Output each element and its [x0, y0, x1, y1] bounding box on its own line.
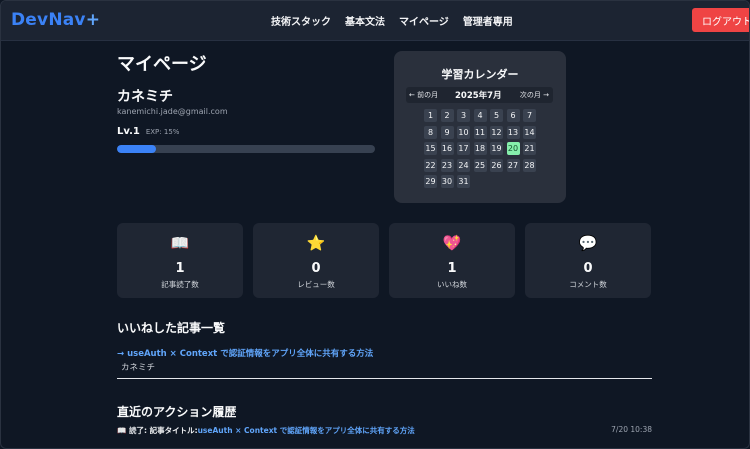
- nav-item-basic-syntax[interactable]: 基本文法: [345, 13, 385, 28]
- calendar-day-6[interactable]: 6: [506, 109, 520, 122]
- divider: [117, 378, 652, 379]
- prev-month-button[interactable]: ← 前の月: [409, 90, 438, 100]
- exp-progress-bar: [117, 145, 375, 153]
- exp-progress-fill: [117, 145, 156, 153]
- exp-label: EXP: 15%: [145, 128, 180, 136]
- calendar-day-31[interactable]: 31: [457, 175, 470, 188]
- calendar-day-3[interactable]: 3: [457, 109, 470, 122]
- action-item: 📖 読了: 記事タイトル:useAuth × Context で認証情報をアプリ…: [117, 425, 652, 437]
- calendar-day-11[interactable]: 11: [473, 125, 487, 139]
- app-window: DevNav+ 技術スタック 基本文法 マイページ 管理者専用 ログアウト マイ…: [0, 0, 750, 449]
- stat-label: 記事読了数: [161, 280, 199, 289]
- calendar-day-22[interactable]: 22: [424, 158, 437, 172]
- stat-card-likes: 💖 1 いいね数: [389, 223, 515, 298]
- heart-icon: 💖: [442, 234, 462, 252]
- liked-articles-heading: いいねした記事一覧: [117, 321, 226, 335]
- recent-actions-heading: 直近のアクション履歴: [117, 405, 237, 419]
- stat-label: いいね数: [437, 280, 467, 289]
- action-article-link[interactable]: useAuth × Context で認証情報をアプリ全体に共有する方法: [198, 426, 415, 435]
- action-kind: 📖 読了:: [117, 426, 147, 435]
- calendar-nav: ← 前の月 2025年7月 次の月 →: [406, 87, 553, 103]
- calendar-day-5[interactable]: 5: [490, 109, 503, 122]
- calendar-day-28[interactable]: 28: [523, 158, 536, 172]
- level-label: Lv.1: [117, 126, 140, 137]
- calendar-day-19[interactable]: 19: [490, 142, 503, 155]
- calendar-day-21[interactable]: 21: [523, 142, 536, 155]
- liked-article-link[interactable]: → useAuth × Context で認証情報をアプリ全体に共有する方法: [117, 347, 373, 359]
- stat-value: 1: [447, 261, 457, 276]
- action-text: 📖 読了: 記事タイトル:useAuth × Context で認証情報をアプリ…: [117, 425, 415, 436]
- calendar-day-9[interactable]: 9: [440, 125, 454, 139]
- main-nav: 技術スタック 基本文法 マイページ 管理者専用: [271, 13, 513, 28]
- stat-card-comments: 💬 0 コメント数: [525, 223, 651, 298]
- liked-article-author: カネミチ: [121, 363, 156, 373]
- nav-item-my-page[interactable]: マイページ: [399, 13, 449, 28]
- calendar-day-13[interactable]: 13: [506, 125, 520, 139]
- calendar-day-30[interactable]: 30: [440, 175, 454, 188]
- stat-value: 0: [583, 261, 593, 276]
- study-calendar: 学習カレンダー ← 前の月 2025年7月 次の月 → 1 2 3 4 5 6 7 8 9 10 1…: [394, 51, 566, 203]
- calendar-day-1[interactable]: 1: [424, 109, 437, 122]
- calendar-day-20[interactable]: 20: [506, 142, 520, 155]
- nav-item-admin[interactable]: 管理者専用: [463, 13, 513, 28]
- calendar-day-27[interactable]: 27: [506, 158, 520, 172]
- stat-card-reviews: ⭐ 0 レビュー数: [253, 223, 379, 298]
- logout-button[interactable]: ログアウト: [692, 8, 749, 32]
- top-navbar: DevNav+ 技術スタック 基本文法 マイページ 管理者専用 ログアウト: [1, 1, 749, 41]
- calendar-day-23[interactable]: 23: [440, 158, 454, 172]
- stat-label: レビュー数: [297, 280, 335, 289]
- user-email: kanemichi.jade@gmail.com: [117, 107, 228, 116]
- calendar-day-18[interactable]: 18: [473, 142, 487, 155]
- calendar-day-24[interactable]: 24: [457, 158, 470, 172]
- nav-item-tech-stack[interactable]: 技術スタック: [271, 13, 331, 28]
- logo[interactable]: DevNav+: [11, 10, 100, 30]
- calendar-day-4[interactable]: 4: [473, 109, 487, 122]
- calendar-day-7[interactable]: 7: [523, 109, 536, 122]
- star-icon: ⭐: [306, 234, 326, 252]
- logo-text: DevNav: [11, 10, 86, 30]
- action-timestamp: 7/20 10:38: [611, 425, 652, 434]
- calendar-day-16[interactable]: 16: [440, 142, 454, 155]
- calendar-day-25[interactable]: 25: [473, 158, 487, 172]
- calendar-day-17[interactable]: 17: [457, 142, 470, 155]
- calendar-month-label: 2025年7月: [455, 91, 502, 101]
- user-name: カネミチ: [117, 89, 173, 105]
- calendar-day-14[interactable]: 14: [523, 125, 536, 139]
- calendar-day-8[interactable]: 8: [424, 125, 437, 139]
- stat-value: 0: [311, 261, 321, 276]
- calendar-day-10[interactable]: 10: [457, 125, 470, 139]
- logo-plus: +: [85, 10, 101, 30]
- calendar-day-2[interactable]: 2: [440, 109, 454, 122]
- action-title-label: 記事タイトル:: [149, 426, 198, 435]
- calendar-day-15[interactable]: 15: [424, 142, 437, 155]
- level-row: Lv.1 EXP: 15%: [117, 126, 179, 137]
- calendar-day-29[interactable]: 29: [424, 175, 437, 188]
- stat-value: 1: [175, 261, 185, 276]
- calendar-title: 学習カレンダー: [441, 68, 519, 81]
- calendar-day-12[interactable]: 12: [490, 125, 503, 139]
- book-icon: 📖: [170, 234, 190, 252]
- stat-label: コメント数: [569, 280, 607, 289]
- stat-card-articles-read: 📖 1 記事読了数: [117, 223, 243, 298]
- comment-icon: 💬: [578, 234, 598, 252]
- page-title: マイページ: [117, 54, 207, 75]
- calendar-day-26[interactable]: 26: [490, 158, 503, 172]
- next-month-button[interactable]: 次の月 →: [520, 90, 549, 100]
